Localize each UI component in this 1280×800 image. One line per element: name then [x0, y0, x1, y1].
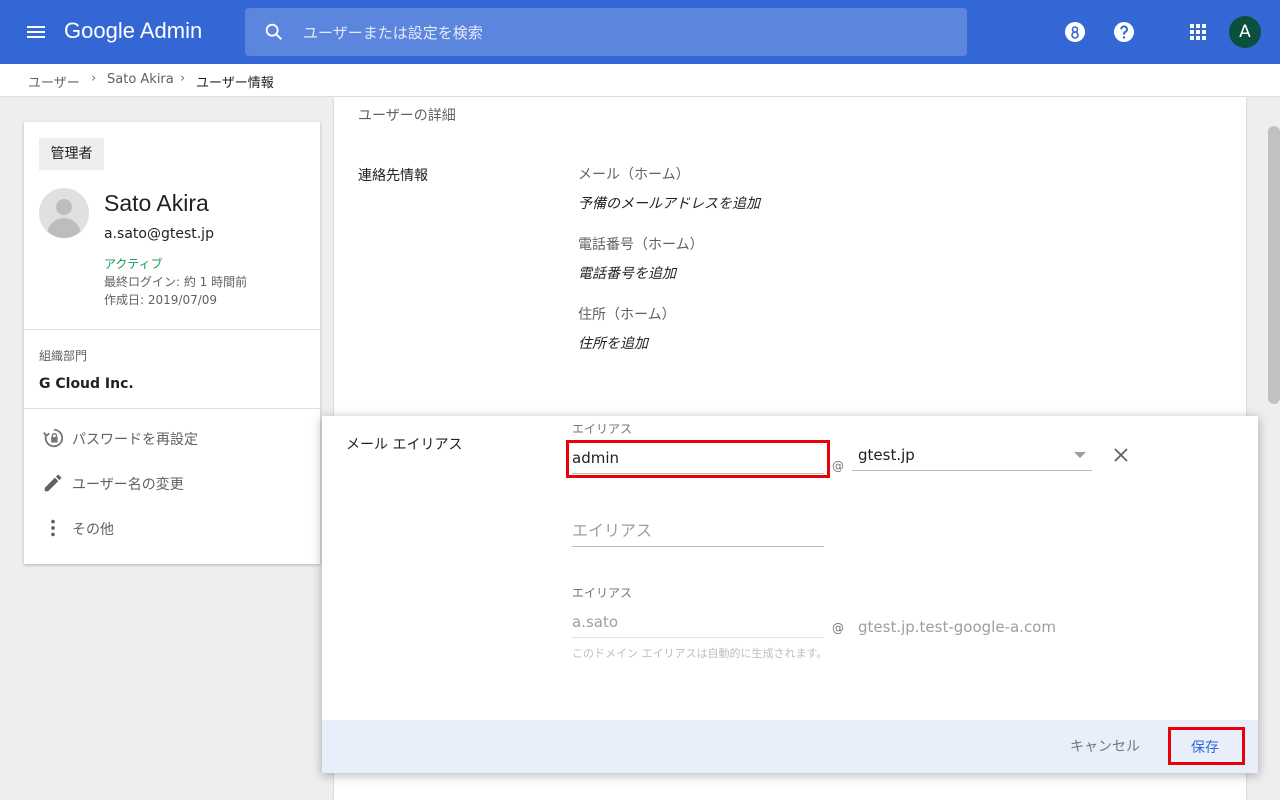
new-alias-input[interactable] [572, 515, 824, 547]
domain-value: gtest.jp [858, 446, 915, 464]
highlight-box-save [1168, 727, 1245, 765]
search-icon [265, 23, 283, 41]
cancel-button[interactable]: キャンセル [1070, 732, 1140, 760]
home-email-label: メール（ホーム） [578, 167, 690, 183]
section-title: ユーザーの詳細 [358, 108, 456, 124]
breadcrumb: ユーザー › Sato Akira › ユーザー情報 [0, 64, 1280, 97]
divider [24, 329, 320, 330]
role-badge: 管理者 [39, 138, 104, 170]
app-logo[interactable]: Google Admin [64, 18, 202, 44]
created-date: 作成日: 2019/07/09 [104, 293, 218, 307]
chevron-right-icon: › [91, 71, 97, 86]
domain-select[interactable]: gtest.jp [852, 440, 1092, 471]
auto-domain: gtest.jp.test-google-a.com [858, 618, 1056, 636]
org-unit-value: G Cloud Inc. [39, 376, 134, 392]
home-address-label: 住所（ホーム） [578, 307, 676, 323]
auto-alias-input [572, 606, 824, 638]
add-phone-link[interactable]: 電話番号を追加 [578, 263, 676, 283]
help-icon[interactable] [1112, 20, 1136, 44]
scrollbar[interactable] [1268, 126, 1280, 404]
highlight-box-alias [566, 440, 830, 478]
chevron-right-icon: › [180, 71, 186, 86]
auto-alias-hint: このドメイン エイリアスは自動的に生成されます。 [572, 647, 828, 660]
account-avatar[interactable]: A [1229, 16, 1261, 48]
user-email: a.sato@gtest.jp [104, 226, 214, 242]
org-unit-label: 組織部門 [39, 349, 88, 363]
more-vert-icon [51, 519, 55, 537]
breadcrumb-current: ユーザー情報 [196, 76, 274, 91]
alias-field-label: エイリアス [572, 422, 633, 436]
last-login: 最終ログイン: 約 1 時間前 [104, 275, 248, 289]
more-options-label: その他 [72, 522, 114, 538]
dropdown-arrow-icon [1074, 452, 1086, 458]
divider [24, 408, 320, 409]
support-icon[interactable] [1063, 20, 1087, 44]
status-badge: アクティブ [104, 257, 163, 271]
rename-user-label: ユーザー名の変更 [72, 477, 184, 493]
close-icon[interactable] [1112, 446, 1130, 464]
dialog-footer: キャンセル 保存 [322, 720, 1258, 773]
add-address-link[interactable]: 住所を追加 [578, 333, 648, 353]
avatar [39, 188, 89, 238]
user-name: Sato Akira [104, 190, 209, 216]
top-app-bar: Google Admin ユーザーまたは設定を検索 A [0, 0, 1280, 64]
reset-password-label: パスワードを再設定 [72, 432, 198, 448]
reset-password-button[interactable]: パスワードを再設定 [39, 423, 309, 453]
email-alias-title: メール エイリアス [346, 437, 463, 453]
search-bar[interactable]: ユーザーまたは設定を検索 [245, 8, 967, 56]
pencil-icon [44, 474, 62, 492]
home-phone-label: 電話番号（ホーム） [578, 237, 704, 253]
search-input[interactable]: ユーザーまたは設定を検索 [303, 22, 483, 43]
add-backup-email-link[interactable]: 予備のメールアドレスを追加 [578, 193, 760, 213]
user-card: 管理者 Sato Akira a.sato@gtest.jp アクティブ 最終ロ… [24, 122, 320, 564]
lock-reset-icon [43, 428, 64, 448]
apps-grid-icon[interactable] [1186, 20, 1210, 44]
at-sign: @ [832, 621, 844, 635]
breadcrumb-user[interactable]: Sato Akira [107, 72, 174, 87]
at-sign: @ [832, 459, 844, 473]
menu-icon[interactable] [24, 20, 48, 44]
rename-user-button[interactable]: ユーザー名の変更 [39, 468, 309, 498]
auto-alias-label: エイリアス [572, 586, 633, 600]
breadcrumb-users[interactable]: ユーザー [28, 72, 80, 91]
more-options-button[interactable]: その他 [39, 513, 309, 543]
contact-info-label: 連絡先情報 [358, 168, 428, 184]
